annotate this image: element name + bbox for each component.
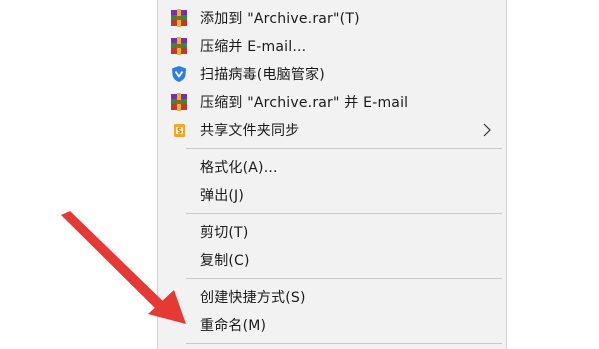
menu-item-label: 压缩并 E-mail... [200, 39, 307, 55]
menu-separator [186, 343, 502, 344]
menu-item-label: 添加到 "Archive.rar"(T) [200, 11, 360, 27]
menu-item-rename[interactable]: 重命名(M) [158, 311, 506, 339]
menu-separator [186, 278, 502, 279]
menu-item-add-to-archive[interactable]: 添加到 "Archive.rar"(T) [158, 4, 506, 32]
menu-item-scan-virus[interactable]: 扫描病毒(电脑管家) [158, 60, 506, 88]
menu-item-eject[interactable]: 弹出(J) [158, 181, 506, 209]
menu-item-label: 创建快捷方式(S) [200, 290, 306, 306]
menu-item-label: 扫描病毒(电脑管家) [200, 67, 325, 83]
menu-item-compress-and-email[interactable]: 压缩并 E-mail... [158, 32, 506, 60]
menu-item-cut[interactable]: 剪切(T) [158, 218, 506, 246]
menu-item-label: 格式化(A)... [200, 160, 278, 176]
menu-item-shared-folder-sync[interactable]: 共享文件夹同步 [158, 116, 506, 144]
menu-item-label: 弹出(J) [200, 188, 245, 204]
menu-item-compress-to-archive-and-email[interactable]: 压缩到 "Archive.rar" 并 E-mail [158, 88, 506, 116]
menu-separator [186, 148, 502, 149]
folder-sync-icon [174, 124, 185, 137]
menu-item-label: 共享文件夹同步 [200, 123, 300, 139]
menu-separator [186, 213, 502, 214]
menu-item-copy[interactable]: 复制(C) [158, 246, 506, 274]
tencent-pc-manager-shield-icon [172, 66, 186, 82]
winrar-archive-icon [171, 37, 187, 55]
menu-item-label: 重命名(M) [200, 318, 267, 334]
menu-item-label: 复制(C) [200, 253, 250, 269]
menu-item-create-shortcut[interactable]: 创建快捷方式(S) [158, 283, 506, 311]
context-menu: 添加到 "Archive.rar"(T) 压缩并 E-mail... 扫描病毒(… [157, 0, 507, 349]
menu-item-format[interactable]: 格式化(A)... [158, 153, 506, 181]
winrar-archive-icon [171, 9, 187, 27]
menu-item-label: 压缩到 "Archive.rar" 并 E-mail [200, 95, 409, 111]
annotation-arrow-shaft [61, 211, 168, 313]
winrar-archive-icon [171, 93, 187, 111]
menu-item-label: 剪切(T) [200, 225, 249, 241]
chevron-right-icon [483, 123, 491, 137]
